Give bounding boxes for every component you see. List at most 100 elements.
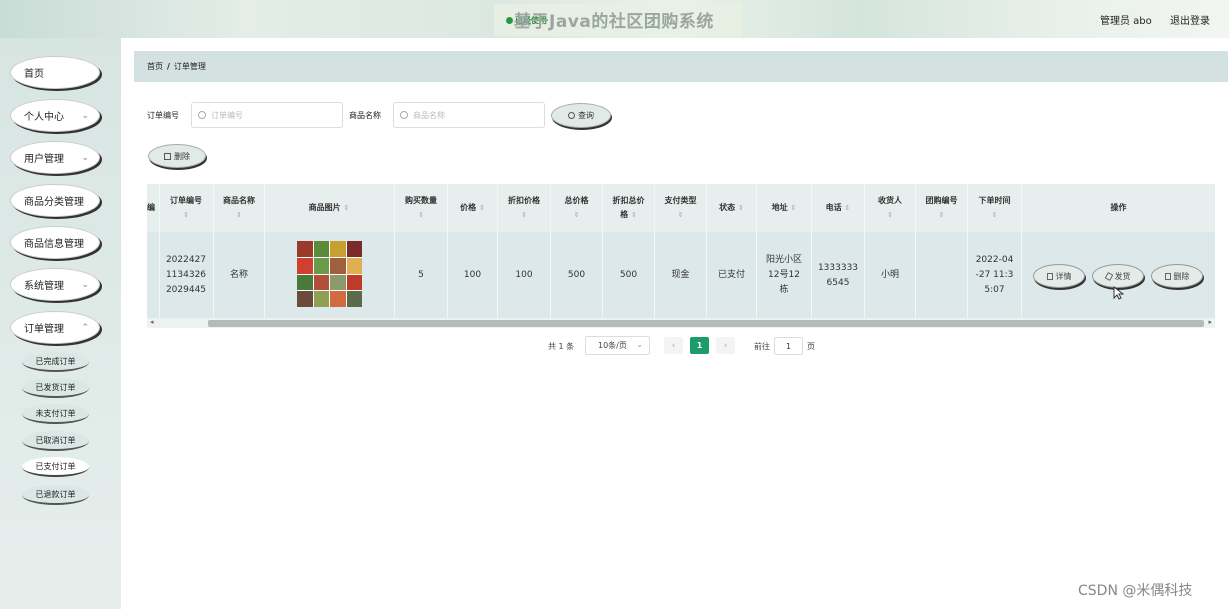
- col-header-status[interactable]: 状态 ⇕: [707, 184, 756, 232]
- subitem-shipped-orders[interactable]: 已发货订单: [22, 378, 89, 398]
- sidebar-item-orders[interactable]: 订单管理 ⌃: [10, 311, 100, 344]
- scroll-right-icon[interactable]: ▸: [1208, 318, 1212, 326]
- subitem-refunded-orders[interactable]: 已退款订单: [22, 485, 89, 505]
- sort-icon[interactable]: ⇕: [479, 201, 485, 215]
- product-name-input[interactable]: 商品名称: [393, 102, 545, 128]
- prev-page-button[interactable]: ‹: [664, 337, 683, 354]
- search-icon: [568, 112, 575, 119]
- sort-icon[interactable]: ⇕: [183, 208, 189, 222]
- col-header-group-no[interactable]: 团购编号 ⇕: [916, 184, 967, 232]
- cell-price: 100: [463, 270, 482, 280]
- mouse-cursor-icon: [1113, 286, 1124, 300]
- sort-icon[interactable]: ⇕: [844, 201, 850, 215]
- chevron-down-icon: ⌄: [81, 153, 89, 163]
- pagination-total: 共 1 条: [548, 342, 575, 351]
- cell-payment-type: 现金: [671, 270, 690, 280]
- sidebar-item-products[interactable]: 商品信息管理: [10, 226, 100, 259]
- chevron-down-icon: ⌄: [636, 340, 643, 349]
- cell-product-name: 名称: [229, 270, 248, 280]
- col-header-total-price[interactable]: 总价格 ⇕: [551, 184, 602, 232]
- goto-label: 前往: [754, 342, 770, 351]
- sidebar-item-home[interactable]: 首页: [10, 56, 100, 89]
- sort-icon[interactable]: ⇕: [887, 208, 893, 222]
- cell-quantity: 5: [418, 270, 424, 280]
- cell-total-price: 500: [567, 270, 586, 280]
- search-icon: [400, 111, 408, 119]
- breadcrumb-current: 订单管理: [173, 62, 206, 71]
- product-thumbnail: [297, 241, 362, 307]
- subitem-cancelled-orders[interactable]: 已取消订单: [22, 431, 89, 451]
- sort-icon[interactable]: ⇕: [236, 208, 242, 222]
- col-header-order-no[interactable]: 订单编号 ⇕: [161, 184, 211, 232]
- page-number-1[interactable]: 1: [690, 337, 709, 354]
- col-header-payment-type[interactable]: 支付类型 ⇕: [655, 184, 706, 232]
- col-header-phone[interactable]: 电话 ⇕: [812, 184, 864, 232]
- ship-button[interactable]: 发货: [1092, 264, 1144, 288]
- row-delete-button[interactable]: 删除: [1151, 264, 1203, 288]
- sort-icon[interactable]: ⇕: [992, 208, 998, 222]
- sidebar-item-system[interactable]: 系统管理 ⌄: [10, 268, 100, 301]
- sort-icon[interactable]: ⇕: [418, 208, 424, 222]
- sidebar-item-users[interactable]: 用户管理 ⌄: [10, 141, 100, 174]
- next-page-button[interactable]: ›: [716, 337, 735, 354]
- delete-button[interactable]: 删除: [148, 144, 206, 168]
- col-header-order-time[interactable]: 下单时间 ⇕: [968, 184, 1021, 232]
- scroll-thumb[interactable]: [208, 320, 1204, 327]
- trash-icon: [164, 152, 171, 160]
- query-button[interactable]: 查询: [551, 103, 611, 128]
- document-icon: [1046, 272, 1053, 280]
- chevron-up-icon: ⌃: [81, 323, 89, 333]
- col-header-actions: 操作: [1110, 203, 1127, 212]
- sidebar-item-profile[interactable]: 个人中心 ⌄: [10, 99, 100, 132]
- chevron-down-icon: ⌄: [81, 280, 89, 290]
- col-header-quantity[interactable]: 购买数量 ⇕: [395, 184, 447, 232]
- order-no-label: 订单编号: [147, 111, 179, 120]
- subitem-paid-orders[interactable]: 已支付订单: [22, 457, 89, 477]
- sort-icon[interactable]: ⇕: [790, 201, 796, 215]
- logout-link[interactable]: 退出登录: [1170, 12, 1210, 27]
- cell-address: 阳光小区 12号12 栋: [765, 255, 802, 295]
- col-header-product-image[interactable]: 商品图片 ⇕: [265, 184, 393, 232]
- subitem-unpaid-orders[interactable]: 未支付订单: [22, 404, 89, 424]
- cell-phone: 1333333 6545: [817, 262, 859, 288]
- user-label: 管理员 abo: [1100, 16, 1152, 27]
- cell-discount-total: 500: [619, 270, 638, 280]
- sort-icon[interactable]: ⇕: [574, 208, 580, 222]
- scroll-left-icon[interactable]: ◂: [150, 318, 154, 326]
- sort-icon[interactable]: ⇕: [939, 208, 945, 222]
- cell-order-no: 2022427 1134326 2029445: [165, 255, 207, 295]
- top-header: 已经使用 基于Java的社区团购系统 管理员 abo 退出登录: [0, 0, 1229, 38]
- sort-icon[interactable]: ⇕: [738, 201, 744, 215]
- trash-icon: [1164, 272, 1171, 280]
- breadcrumb-separator: /: [167, 62, 170, 71]
- goto-page-input[interactable]: 1: [774, 337, 803, 355]
- breadcrumb: 首页 / 订单管理: [147, 61, 206, 72]
- product-name-label: 商品名称: [349, 111, 381, 120]
- order-no-input[interactable]: 订单编号: [191, 102, 343, 128]
- page-size-select[interactable]: 10条/页 ⌄: [585, 336, 650, 355]
- breadcrumb-home[interactable]: 首页: [147, 62, 163, 71]
- detail-button[interactable]: 详情: [1033, 264, 1085, 288]
- horizontal-scrollbar[interactable]: ◂ ▸: [147, 318, 1215, 328]
- cell-order-time: 2022-04 -27 11:3 5:07: [975, 255, 1014, 295]
- sort-icon[interactable]: ⇕: [678, 208, 684, 222]
- col-header-price[interactable]: 价格 ⇕: [448, 184, 497, 232]
- chevron-down-icon: ⌄: [81, 111, 89, 121]
- col-header-cut: 编: [147, 203, 155, 212]
- col-header-product-name[interactable]: 商品名称 ⇕: [214, 184, 264, 232]
- subitem-completed-orders[interactable]: 已完成订单: [22, 352, 89, 372]
- app-title: 基于Java的社区团购系统: [514, 12, 714, 32]
- col-header-discount-price[interactable]: 折扣价格 ⇕: [498, 184, 550, 232]
- cell-discount-price: 100: [515, 270, 533, 280]
- sort-icon[interactable]: ⇕: [521, 208, 527, 222]
- sidebar-item-categories[interactable]: 商品分类管理: [10, 184, 100, 217]
- watermark: CSDN @米偶科技: [1078, 583, 1193, 599]
- col-header-address[interactable]: 地址 ⇕: [757, 184, 811, 232]
- breadcrumb-bar: [134, 51, 1228, 82]
- sort-icon[interactable]: ⇕: [631, 211, 637, 219]
- cell-group-no: [916, 232, 967, 319]
- sort-icon[interactable]: ⇕: [343, 201, 349, 215]
- edit-icon: [1104, 271, 1113, 281]
- col-header-receiver[interactable]: 收货人 ⇕: [865, 184, 915, 232]
- col-header-discount-total[interactable]: 折扣总价格 ⇕: [603, 184, 654, 232]
